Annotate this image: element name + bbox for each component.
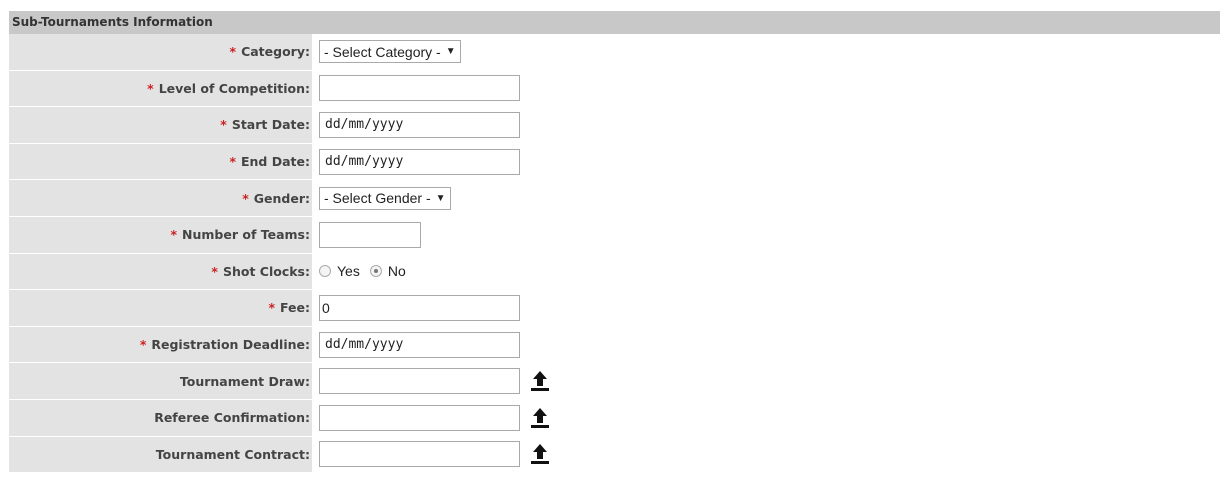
contract-field [313, 436, 1220, 473]
deadline-label-text: Registration Deadline: [151, 337, 310, 353]
category-label-text: Category: [241, 44, 310, 60]
deadline-label: * Registration Deadline: [9, 326, 313, 363]
tournament-draw-input[interactable] [319, 368, 520, 395]
contract-label-text: Tournament Contract: [155, 446, 310, 462]
required-marker: * [242, 190, 249, 206]
number-of-teams-input[interactable] [319, 221, 421, 248]
gender-field: - Select Gender - ▼ [313, 180, 1220, 216]
start-date-label-text: Start Date: [231, 117, 310, 133]
referee-label: Referee Confirmation: [9, 399, 313, 436]
tournament-contract-input[interactable] [319, 441, 520, 468]
shot-clocks-row: * Shot Clocks: Yes No [9, 253, 1220, 291]
required-marker: * [139, 337, 147, 353]
fee-input[interactable]: 0 [319, 294, 520, 321]
registration-deadline-input[interactable]: dd/mm/yyyy [319, 331, 520, 358]
category-row: * Category: - Select Category - ▼ [9, 34, 1220, 71]
gender-select[interactable]: - Select Gender - ▼ [319, 186, 451, 210]
start-date-input[interactable]: dd/mm/yyyy [319, 111, 520, 138]
teams-label-text: Number of Teams: [182, 227, 310, 243]
level-field [313, 70, 1220, 107]
shot-clocks-field: Yes No [313, 253, 1220, 290]
required-marker: * [268, 300, 275, 316]
contract-row: Tournament Contract: [9, 436, 1220, 474]
end-date-input[interactable]: dd/mm/yyyy [319, 148, 520, 175]
upload-icon[interactable] [530, 370, 550, 392]
teams-row: * Number of Teams: [9, 216, 1220, 254]
level-label: * Level of Competition: [9, 70, 313, 107]
category-field: - Select Category - ▼ [313, 34, 1220, 70]
end-date-label-text: End Date: [240, 154, 310, 170]
fee-label-text: Fee: [280, 300, 310, 316]
gender-row: * Gender: - Select Gender - ▼ [9, 180, 1220, 217]
sub-tournaments-panel: Sub-Tournaments Information * Category: … [9, 11, 1220, 474]
end-date-field: dd/mm/yyyy [313, 143, 1220, 180]
gender-label-text: Gender: [253, 190, 310, 206]
required-marker: * [229, 44, 237, 60]
required-marker: * [220, 117, 227, 133]
fee-row: * Fee: 0 [9, 290, 1220, 327]
fee-label: * Fee: [9, 290, 313, 326]
section-title: Sub-Tournaments Information [9, 11, 1220, 34]
draw-label-text: Tournament Draw: [179, 373, 310, 389]
referee-confirmation-input[interactable] [319, 404, 520, 431]
shot-clocks-label-text: Shot Clocks: [222, 263, 310, 279]
level-row: * Level of Competition: [9, 70, 1220, 108]
draw-label: Tournament Draw: [9, 363, 313, 399]
end-date-row: * End Date: dd/mm/yyyy [9, 143, 1220, 181]
draw-field [313, 363, 1220, 399]
deadline-row: * Registration Deadline: dd/mm/yyyy [9, 326, 1220, 364]
start-date-field: dd/mm/yyyy [313, 107, 1220, 143]
draw-row: Tournament Draw: [9, 363, 1220, 400]
referee-row: Referee Confirmation: [9, 399, 1220, 437]
upload-icon[interactable] [530, 407, 550, 429]
required-marker: * [211, 263, 218, 279]
fee-field: 0 [313, 290, 1220, 326]
shot-clocks-label: * Shot Clocks: [9, 253, 313, 290]
end-date-label: * End Date: [9, 143, 313, 180]
start-date-label: * Start Date: [9, 107, 313, 143]
required-marker: * [147, 80, 154, 96]
shot-clocks-no-radio[interactable] [369, 265, 382, 278]
start-date-row: * Start Date: dd/mm/yyyy [9, 107, 1220, 144]
deadline-field: dd/mm/yyyy [313, 326, 1220, 363]
gender-label: * Gender: [9, 180, 313, 216]
shot-clocks-yes-radio[interactable] [319, 265, 331, 278]
chevron-down-icon: ▼ [445, 46, 456, 58]
teams-field [313, 216, 1220, 253]
level-label-text: Level of Competition: [158, 80, 310, 96]
referee-label-text: Referee Confirmation: [154, 410, 310, 426]
contract-label: Tournament Contract: [9, 436, 313, 473]
upload-icon[interactable] [530, 443, 550, 465]
shot-clocks-no-label[interactable]: No [388, 263, 406, 279]
required-marker: * [170, 227, 178, 243]
category-select-value: - Select Category - [324, 43, 441, 60]
teams-label: * Number of Teams: [9, 216, 313, 253]
category-label: * Category: [9, 34, 313, 70]
shot-clocks-yes-label[interactable]: Yes [337, 263, 360, 279]
level-of-competition-input[interactable] [319, 75, 520, 102]
category-select[interactable]: - Select Category - ▼ [319, 40, 461, 64]
gender-select-value: - Select Gender - [324, 190, 431, 207]
chevron-down-icon: ▼ [435, 192, 446, 204]
required-marker: * [229, 154, 236, 170]
referee-field [313, 399, 1220, 436]
